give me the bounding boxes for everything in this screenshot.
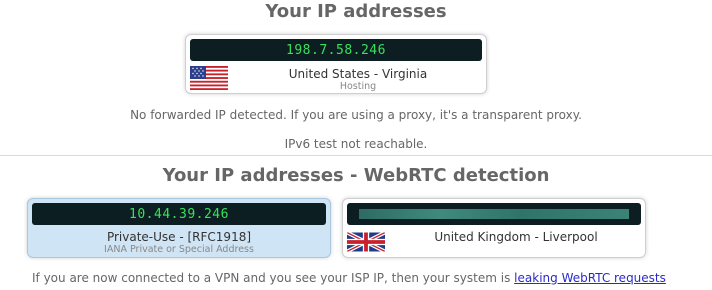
section-divider	[0, 155, 712, 156]
ip-address-display: 198.7.58.246	[190, 39, 482, 61]
section-heading-webrtc: Your IP addresses - WebRTC detection	[162, 165, 550, 186]
location-label: United States - Virginia	[288, 67, 428, 81]
us-flag-icon	[190, 66, 228, 90]
public-ip-display	[347, 203, 641, 225]
ip-type-label: Hosting	[339, 81, 377, 92]
ipv6-test-message: IPv6 test not reachable.	[284, 137, 428, 151]
leaking-webrtc-link[interactable]: leaking WebRTC requests	[514, 271, 666, 285]
section-heading-ip-addresses: Your IP addresses	[265, 1, 447, 22]
forwarded-ip-message: No forwarded IP detected. If you are usi…	[130, 108, 582, 122]
warning-text: If you are now connected to a VPN and yo…	[32, 271, 511, 285]
public-ip-card: United Kingdom - Liverpool	[342, 198, 646, 258]
redacted-ip-bar	[359, 209, 629, 219]
uk-flag-icon	[347, 232, 385, 252]
private-use-label: Private-Use - [RFC1918]	[106, 230, 252, 244]
private-ip-display: 10.44.39.246	[32, 203, 326, 225]
iana-address-label: IANA Private or Special Address	[104, 244, 254, 255]
ip-address-card: 198.7.58.246 United States - Virginia Ho…	[185, 34, 487, 94]
private-ip-card: 10.44.39.246 Private-Use - [RFC1918] IAN…	[27, 198, 331, 258]
webrtc-leak-warning: If you are now connected to a VPN and yo…	[32, 271, 666, 285]
public-location-label: United Kingdom - Liverpool	[434, 230, 598, 244]
